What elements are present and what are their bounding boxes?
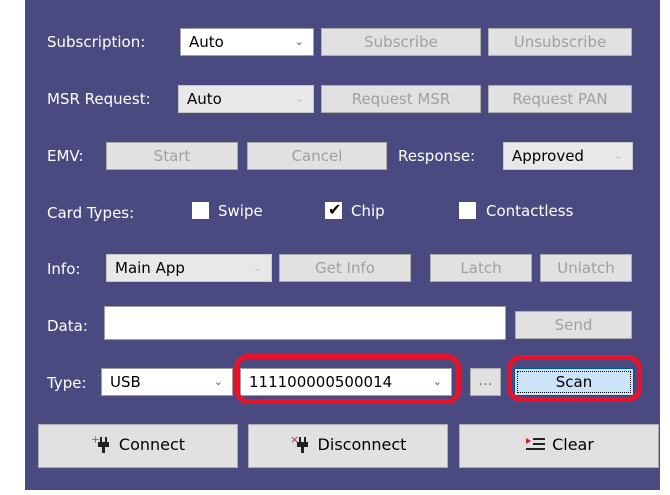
disconnect-label: Disconnect — [317, 435, 407, 454]
request-pan-button[interactable]: Request PAN — [488, 85, 632, 113]
response-label: Response: — [398, 147, 476, 165]
type-label: Type: — [47, 374, 87, 392]
info-label: Info: — [47, 260, 81, 278]
send-button[interactable]: Send — [515, 311, 632, 339]
request-msr-button[interactable]: Request MSR — [321, 85, 481, 113]
subscription-combo[interactable]: Auto ⌄ — [180, 28, 314, 56]
chevron-down-icon: ⌄ — [252, 261, 262, 274]
latch-button[interactable]: Latch — [430, 254, 532, 282]
contactless-checkbox[interactable] — [459, 202, 476, 219]
chevron-down-icon: ⌄ — [613, 149, 623, 162]
clear-label: Clear — [552, 435, 594, 454]
scan-highlight — [507, 355, 642, 402]
clear-button[interactable]: Clear — [459, 424, 659, 468]
disconnect-button[interactable]: × Disconnect — [248, 424, 448, 468]
msr-request-value: Auto — [187, 90, 222, 108]
data-input[interactable] — [104, 306, 506, 340]
connect-label: Connect — [118, 435, 186, 454]
emv-label: EMV: — [47, 147, 84, 165]
chevron-down-icon: ⌄ — [294, 35, 304, 48]
chevron-down-icon: ⌄ — [294, 92, 304, 105]
card-types-label: Card Types: — [47, 204, 135, 222]
contactless-label: Contactless — [486, 202, 574, 220]
swipe-checkbox[interactable] — [192, 202, 209, 219]
unsubscribe-button[interactable]: Unsubscribe — [488, 28, 632, 56]
type-value: USB — [110, 373, 141, 391]
plug-plus-icon: + — [91, 433, 109, 453]
response-value: Approved — [512, 147, 584, 165]
subscribe-button[interactable]: Subscribe — [321, 28, 481, 56]
unlatch-button[interactable]: Unlatch — [540, 254, 632, 282]
data-label: Data: — [47, 317, 88, 335]
checkmark-icon: ✔ — [328, 200, 342, 219]
chip-label: Chip — [351, 202, 385, 220]
swipe-label: Swipe — [218, 202, 263, 220]
clear-list-icon — [526, 437, 546, 450]
connect-button[interactable]: + Connect — [38, 424, 238, 468]
chevron-down-icon: ⌄ — [213, 375, 223, 388]
msr-request-combo[interactable]: Auto ⌄ — [178, 85, 314, 113]
device-control-panel — [25, 0, 660, 490]
info-combo[interactable]: Main App ⌄ — [106, 254, 272, 282]
subscription-label: Subscription: — [47, 33, 146, 51]
emv-cancel-button[interactable]: Cancel — [247, 142, 387, 170]
plug-remove-icon: × — [290, 433, 308, 453]
response-combo[interactable]: Approved ⌄ — [503, 142, 633, 170]
type-combo[interactable]: USB ⌄ — [101, 368, 233, 396]
browse-button[interactable]: ... — [470, 368, 501, 396]
msr-request-label: MSR Request: — [47, 90, 151, 108]
subscription-value: Auto — [189, 33, 224, 51]
chip-checkbox[interactable]: ✔ — [325, 200, 342, 219]
device-highlight — [234, 354, 461, 404]
info-value: Main App — [115, 259, 185, 277]
emv-start-button[interactable]: Start — [106, 142, 238, 170]
get-info-button[interactable]: Get Info — [279, 254, 411, 282]
